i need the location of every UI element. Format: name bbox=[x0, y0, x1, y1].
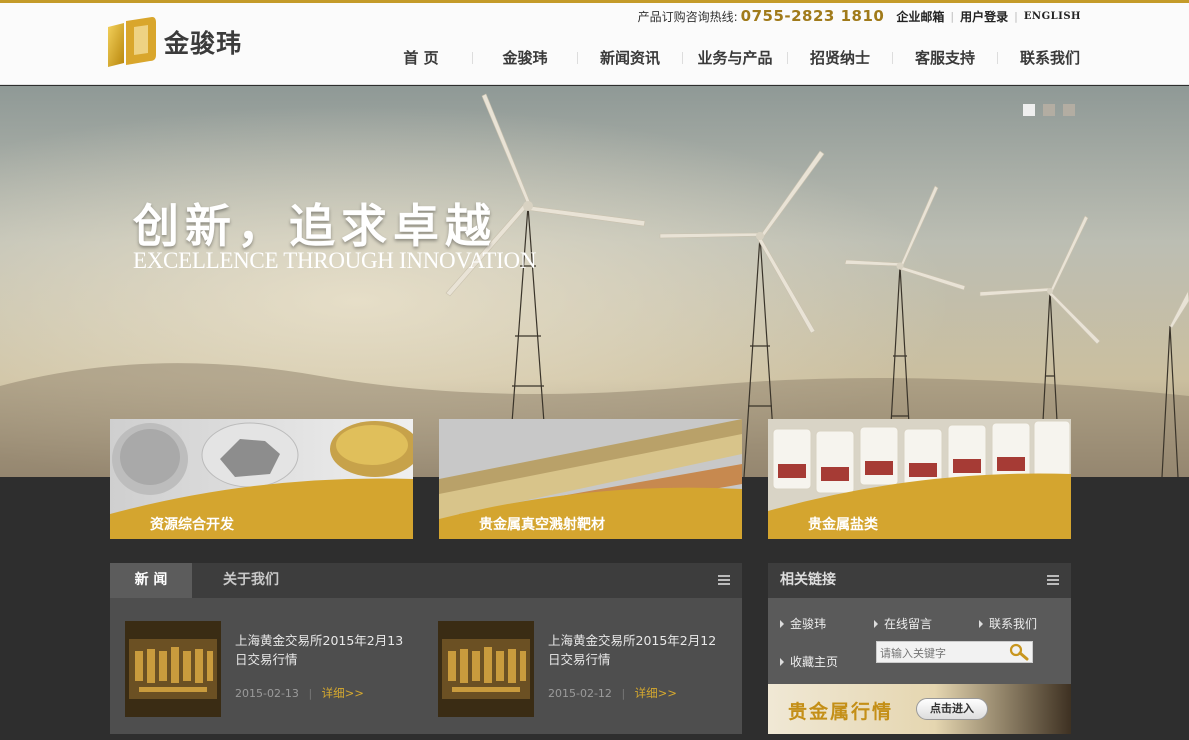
main-nav: 首 页 金骏玮 新闻资讯 业务与产品 招贤纳士 客服支持 联系我们 bbox=[380, 47, 1102, 68]
link-jinjunwei[interactable]: 金骏玮 bbox=[780, 615, 826, 632]
tile-resource-development[interactable]: 资源综合开发 bbox=[110, 419, 413, 539]
nav-careers[interactable]: 招贤纳士 bbox=[788, 47, 892, 68]
link-online-message[interactable]: 在线留言 bbox=[874, 615, 932, 632]
link-english[interactable]: ENGLISH bbox=[1024, 11, 1081, 22]
topbar: 产品订购咨询热线: 0755-2823 1810 企业邮箱 | 用户登录 | E… bbox=[638, 7, 1081, 25]
gold-exchange-thumbnail bbox=[438, 621, 534, 717]
news-title[interactable]: 上海黄金交易所2015年2月12日交易行情 bbox=[548, 631, 723, 669]
slider-dots bbox=[1023, 104, 1075, 116]
site-header: 金骏玮 产品订购咨询热线: 0755-2823 1810 企业邮箱 | 用户登录… bbox=[0, 3, 1189, 85]
menu-icon[interactable] bbox=[718, 575, 730, 585]
tile-sputtering-targets[interactable]: 贵金属真空溅射靶材 bbox=[439, 419, 742, 539]
tab-news[interactable]: 新 闻 bbox=[110, 563, 192, 598]
banner-text: 贵金属行情 bbox=[788, 701, 894, 723]
nav-contact[interactable]: 联系我们 bbox=[998, 47, 1102, 68]
slider-dot-3[interactable] bbox=[1063, 104, 1075, 116]
news-meta: 2015-02-12 | 详细>> bbox=[548, 685, 677, 701]
precious-metal-quotes-banner[interactable]: 贵金属行情 点击进入 bbox=[768, 684, 1071, 734]
news-more-link[interactable]: 详细>> bbox=[322, 686, 364, 700]
tile-precious-metal-salts[interactable]: 贵金属盐类 bbox=[768, 419, 1071, 539]
link-contact-us[interactable]: 联系我们 bbox=[979, 615, 1037, 632]
link-user-login[interactable]: 用户登录 bbox=[960, 8, 1008, 25]
news-date: 2015-02-13 bbox=[235, 687, 299, 700]
hero-title: 创新，追求卓越 bbox=[133, 199, 497, 253]
separator: | bbox=[308, 687, 313, 700]
hotline-number: 0755-2823 1810 bbox=[740, 7, 885, 25]
gold-exchange-thumbnail bbox=[125, 621, 221, 717]
menu-icon[interactable] bbox=[1047, 575, 1059, 585]
search-input[interactable] bbox=[877, 643, 1005, 664]
hotline-label: 产品订购咨询热线: bbox=[637, 9, 738, 24]
banner-enter-button[interactable]: 点击进入 bbox=[916, 698, 988, 720]
news-item[interactable]: 上海黄金交易所2015年2月13日交易行情 2015-02-13 | 详细>> bbox=[125, 621, 415, 717]
news-more-link[interactable]: 详细>> bbox=[635, 686, 677, 700]
news-panel: 新 闻 关于我们 上海黄金交易所2015年2月13日交易行情 2015-02-1… bbox=[110, 563, 742, 734]
nav-news[interactable]: 新闻资讯 bbox=[578, 47, 682, 68]
tile-label: 贵金属盐类 bbox=[808, 517, 878, 533]
nav-support[interactable]: 客服支持 bbox=[893, 47, 997, 68]
related-links-panel: 相关链接 金骏玮 在线留言 联系我们 收藏主页 贵金属行情 点击进入 bbox=[768, 563, 1071, 734]
nav-business-products[interactable]: 业务与产品 bbox=[683, 47, 787, 68]
slider-dot-1[interactable] bbox=[1023, 104, 1035, 116]
links-panel-header: 相关链接 bbox=[768, 563, 1071, 598]
link-corporate-email[interactable]: 企业邮箱 bbox=[896, 8, 944, 25]
news-title[interactable]: 上海黄金交易所2015年2月13日交易行情 bbox=[235, 631, 410, 669]
links-area: 金骏玮 在线留言 联系我们 收藏主页 bbox=[768, 598, 1071, 684]
news-date: 2015-02-12 bbox=[548, 687, 612, 700]
links-panel-title: 相关链接 bbox=[780, 572, 836, 588]
separator: | bbox=[1014, 9, 1018, 23]
hero-subtitle: EXCELLENCE THROUGH INNOVATION bbox=[133, 248, 537, 273]
logo[interactable]: 金骏玮 bbox=[104, 15, 242, 69]
nav-about[interactable]: 金骏玮 bbox=[473, 47, 577, 68]
logo-text: 金骏玮 bbox=[164, 29, 243, 58]
search-icon[interactable] bbox=[1008, 643, 1030, 661]
nav-home[interactable]: 首 页 bbox=[380, 47, 462, 68]
tab-about-us[interactable]: 关于我们 bbox=[210, 563, 292, 598]
news-meta: 2015-02-13 | 详细>> bbox=[235, 685, 364, 701]
news-panel-header: 新 闻 关于我们 bbox=[110, 563, 742, 598]
search-box bbox=[876, 641, 1033, 664]
tile-label: 贵金属真空溅射靶材 bbox=[479, 517, 605, 533]
separator: | bbox=[950, 9, 955, 23]
link-bookmark-home[interactable]: 收藏主页 bbox=[780, 653, 838, 670]
logo-icon bbox=[108, 17, 156, 67]
news-item[interactable]: 上海黄金交易所2015年2月12日交易行情 2015-02-12 | 详细>> bbox=[438, 621, 728, 717]
tile-label: 资源综合开发 bbox=[150, 517, 234, 533]
separator: | bbox=[621, 687, 626, 700]
slider-dot-2[interactable] bbox=[1043, 104, 1055, 116]
